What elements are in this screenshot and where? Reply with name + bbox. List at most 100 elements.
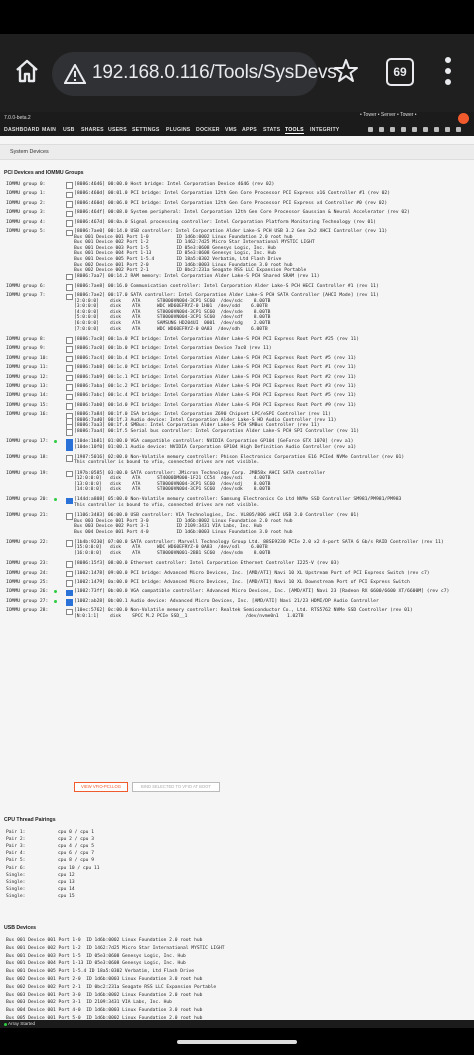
iommu-group-label: IOMMU group 14: <box>6 393 49 399</box>
vfio-bind-checkbox[interactable] <box>66 229 73 237</box>
pci-device-line: [8086:7ab0] 00:1d.0 PCI bridge: Intel Co… <box>74 402 357 408</box>
iommu-group-label: IOMMU group 26: <box>6 589 49 595</box>
usb-device-line: Bus 001 Device 004 Port 1-13 ID 05e3:060… <box>6 961 186 967</box>
vfio-bind-checkbox[interactable] <box>66 355 73 363</box>
terminal-icon[interactable] <box>401 127 406 132</box>
vfio-bind-checkbox[interactable] <box>66 455 73 462</box>
iommu-group-label: IOMMU group 2: <box>6 200 46 206</box>
usb-device-line: Bus 001 Device 003 Port 1-5 ID 05e3:0608… <box>6 953 186 959</box>
bookmark-star-icon[interactable] <box>333 58 359 84</box>
url-text[interactable]: 192.168.0.116/Tools/SysDevs <box>92 62 337 84</box>
info-icon[interactable] <box>434 127 439 132</box>
avatar[interactable] <box>458 113 469 124</box>
log-icon[interactable] <box>390 127 395 132</box>
bind-vfio-button[interactable]: BIND SELECTED TO VFIO AT BOOT <box>132 782 220 792</box>
pci-device-line: [8086:7ac0] 00:1b.0 PCI bridge: Intel Co… <box>74 346 272 352</box>
vfio-bind-checkbox[interactable] <box>66 182 73 189</box>
gesture-handle[interactable] <box>177 1040 297 1044</box>
pci-device-line: [8086:7ac4] 00:1b.4 PCI bridge: Intel Co… <box>74 355 357 361</box>
nav-item-plugins[interactable]: PLUGINS <box>166 127 190 133</box>
iommu-group-label: IOMMU group 15: <box>6 402 49 408</box>
usb-device-line: Bus 001 Device 001 Port 1-0 ID 1d6b:0002… <box>6 938 203 943</box>
vfio-bind-checkbox[interactable] <box>66 403 73 410</box>
search-icon[interactable] <box>368 127 373 132</box>
vfio-bind-checkbox[interactable] <box>66 365 73 372</box>
address-bar[interactable]: 192.168.0.116/Tools/SysDevs <box>52 52 337 96</box>
vfio-bind-checkbox[interactable] <box>66 513 73 520</box>
cpu-pair-value: cpu 12 <box>58 872 75 878</box>
vfio-bind-checkbox[interactable] <box>66 444 73 452</box>
vfio-bind-checkbox[interactable] <box>66 599 73 606</box>
feedback-icon[interactable] <box>423 127 428 132</box>
nav-item-main[interactable]: MAIN <box>42 127 56 133</box>
iommu-group-label: IOMMU group 17: <box>6 439 49 445</box>
cpu-pair-value: cpu 0 / cpu 1 <box>58 830 94 835</box>
vfio-bind-checkbox[interactable] <box>66 393 73 401</box>
vfio-bind-checkbox[interactable] <box>66 337 73 344</box>
vfio-bind-checkbox[interactable] <box>66 470 73 478</box>
nav-item-tools[interactable]: TOOLS <box>285 127 304 134</box>
pci-device-line: [8086:7aa3] 00:1f.4 SMBus: Intel Corpora… <box>74 423 320 429</box>
vfio-bind-checkbox[interactable] <box>66 293 73 301</box>
pci-device-line: [8086:15f3] 08:00.0 Ethernet controller:… <box>74 561 340 567</box>
nav-item-integrity[interactable]: INTEGRITY <box>310 127 339 133</box>
warning-icon[interactable] <box>64 64 86 84</box>
device-detail-line: Bus 001 Device 002 Port 1-2 ID 1462:7d25… <box>74 240 315 246</box>
device-detail-line: [6:0:0:0] disk ATA SAMSUNG HD204UI 0001 … <box>74 321 271 326</box>
vfio-bind-checkbox[interactable] <box>66 346 73 353</box>
cpu-pair-value: cpu 8 / cpu 9 <box>58 858 94 864</box>
array-status: Array Started <box>8 1021 36 1026</box>
vfio-bind-checkbox[interactable] <box>66 374 73 382</box>
vfio-bind-checkbox[interactable] <box>66 608 73 616</box>
iommu-group-label: IOMMU group 6: <box>6 283 46 289</box>
vfio-bind-checkbox[interactable] <box>66 191 73 199</box>
notification-icon[interactable] <box>412 127 417 132</box>
vfio-bind-checkbox[interactable] <box>66 210 73 218</box>
usb-device-line: Bus 003 Device 001 Port 3-0 ID 1d6b:0002… <box>6 992 203 998</box>
iommu-group-label: IOMMU group 1: <box>6 191 46 197</box>
vfio-bind-checkbox[interactable] <box>66 570 73 578</box>
help-icon[interactable] <box>379 127 384 132</box>
nav-item-docker[interactable]: DOCKER <box>196 127 220 133</box>
nav-item-stats[interactable]: STATS <box>263 127 280 133</box>
vfio-bind-checkbox[interactable] <box>66 561 73 568</box>
cpu-pair-label: Pair 1: <box>6 830 26 835</box>
pci-device-line: [8086:7a84] 00:1f.0 ISA bridge: Intel Co… <box>74 412 331 418</box>
vfio-bind-checkbox[interactable] <box>66 220 73 227</box>
pci-device-line: [8086:7ae2] 00:17.0 SATA controller: Int… <box>74 293 379 299</box>
vfio-bind-checkbox[interactable] <box>66 497 73 505</box>
cpu-pair-value: cpu 2 / cpu 3 <box>58 837 94 843</box>
vfio-bind-checkbox[interactable] <box>66 589 73 597</box>
vfio-bind-checkbox[interactable] <box>66 384 73 391</box>
vfio-bound-indicator <box>54 590 57 594</box>
nav-item-users[interactable]: USERS <box>108 127 127 133</box>
nav-item-shares[interactable]: SHARES <box>81 127 104 133</box>
nav-item-usb[interactable]: USB <box>63 127 75 133</box>
vfio-bind-checkbox[interactable] <box>66 429 73 436</box>
more-menu-icon[interactable] <box>444 56 452 86</box>
version-label: 7.0.0-beta.2 <box>4 115 31 121</box>
pci-device-line: [8086:7abc] 00:1c.4 PCI bridge: Intel Co… <box>74 393 357 399</box>
vfio-bind-checkbox[interactable] <box>66 273 73 281</box>
vfio-bind-checkbox[interactable] <box>66 201 73 208</box>
vfio-bind-checkbox[interactable] <box>66 580 73 587</box>
usb-device-line: Bus 003 Device 002 Port 3-1 ID 2109:3431… <box>6 1000 172 1006</box>
vfio-bind-checkbox[interactable] <box>66 540 73 547</box>
pci-device-line: [8086:7aa4] 00:1f.5 Serial bus controlle… <box>74 428 360 434</box>
view-log-button[interactable]: VIEW VFIO-PCI.LOG <box>74 782 128 792</box>
vfio-bind-checkbox[interactable] <box>66 284 73 291</box>
device-detail-line: [5:0:0:0] disk ATA ST8000VN004-3CP1 SC60… <box>74 315 271 321</box>
pci-device-line: [8086:7ac8] 00:1a.0 PCI bridge: Intel Co… <box>74 336 360 342</box>
vfio-bound-indicator <box>54 498 57 502</box>
lock-icon[interactable] <box>456 127 461 132</box>
nav-item-apps[interactable]: APPS <box>242 127 257 133</box>
nav-item-dashboard[interactable]: DASHBOARD <box>4 127 40 133</box>
iommu-group-label: IOMMU group 19: <box>6 470 49 476</box>
home-icon[interactable] <box>14 58 40 84</box>
iommu-group-label: IOMMU group 11: <box>6 365 49 371</box>
nav-item-vms[interactable]: VMS <box>225 127 237 133</box>
cpu-pair-value: cpu 14 <box>58 886 75 892</box>
logout-icon[interactable] <box>445 127 450 132</box>
nav-item-settings[interactable]: SETTINGS <box>132 127 160 133</box>
tab-count-button[interactable]: 69 <box>386 58 414 86</box>
